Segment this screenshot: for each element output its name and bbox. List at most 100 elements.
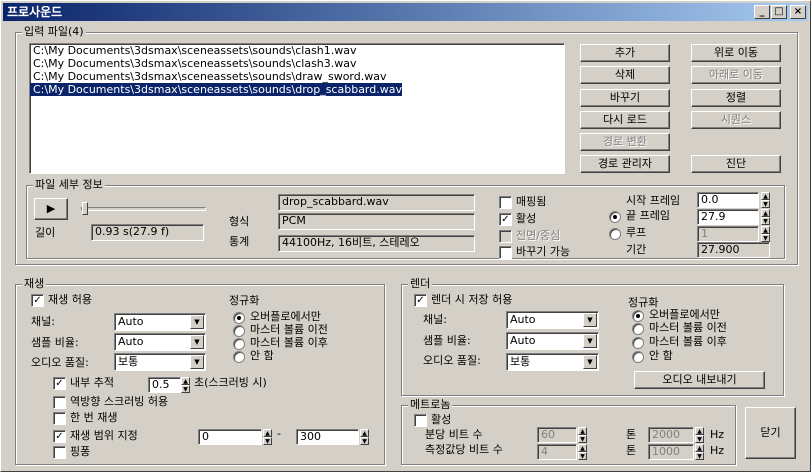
spin-down-icon[interactable]: ▼	[695, 435, 704, 443]
reverse-scrub-checkbox[interactable]	[53, 396, 66, 409]
play-button[interactable]: ▶	[34, 198, 68, 220]
beats-per-measure-spinner[interactable]: 4 ▲ ▼	[537, 444, 587, 460]
replaceable-checkbox[interactable]	[499, 246, 512, 259]
export-audio-button[interactable]: 오디오 내보내기	[634, 371, 765, 389]
tone2-spinner[interactable]: 1000 ▲ ▼	[648, 444, 704, 460]
norm-radio-overflow[interactable]	[233, 312, 245, 324]
spin-down-icon[interactable]: ▼	[578, 452, 587, 460]
spin-up-icon[interactable]: ▲	[578, 444, 587, 452]
internal-track-input[interactable]: 0.5	[148, 377, 181, 393]
front-center-checkbox[interactable]	[499, 230, 512, 243]
spin-up-icon[interactable]: ▲	[695, 427, 704, 435]
sample-rate-select[interactable]: Auto ▼	[114, 333, 206, 351]
delete-button[interactable]: 삭제	[580, 66, 670, 84]
spin-down-icon[interactable]: ▼	[761, 200, 770, 208]
play-once-checkbox[interactable]	[53, 412, 66, 425]
spin-up-icon[interactable]: ▲	[761, 226, 770, 234]
render-quality-select[interactable]: 보통 ▼	[506, 353, 599, 371]
chevron-down-icon[interactable]: ▼	[583, 334, 597, 348]
close-window-button[interactable]: ×	[790, 5, 806, 19]
loop-radio[interactable]	[609, 228, 621, 240]
playback-slider-track[interactable]	[81, 207, 206, 211]
list-item[interactable]: C:\My Documents\3dsmax\sceneassets\sound…	[30, 57, 564, 70]
active-checkbox[interactable]: ✓	[499, 213, 512, 226]
range-end-input[interactable]: 300	[296, 429, 359, 445]
stats-value: 44100Hz, 16비트, 스테레오	[278, 235, 475, 252]
render-sample-rate-select[interactable]: Auto ▼	[506, 332, 599, 350]
norm-radio-before[interactable]	[233, 325, 245, 337]
norm-radio-after[interactable]	[233, 338, 245, 350]
bpm-input[interactable]: 60	[537, 427, 577, 443]
tone1-input[interactable]: 2000	[648, 427, 694, 443]
internal-track-checkbox[interactable]: ✓	[53, 377, 66, 390]
move-down-button[interactable]: 아래로 이동	[691, 66, 781, 84]
spin-down-icon[interactable]: ▼	[263, 437, 272, 445]
beats-per-measure-input[interactable]: 4	[537, 444, 577, 460]
title-bar[interactable]: 프로사운드	[3, 3, 808, 21]
spin-up-icon[interactable]: ▲	[761, 209, 770, 217]
list-item-selected[interactable]: C:\My Documents\3dsmax\sceneassets\sound…	[30, 83, 402, 96]
metronome-active-checkbox[interactable]	[414, 414, 427, 427]
end-frame-input[interactable]: 27.9	[697, 209, 759, 225]
render-save-checkbox[interactable]: ✓	[414, 294, 427, 307]
path-manager-button[interactable]: 경로 관리자	[580, 155, 670, 173]
chevron-down-icon[interactable]: ▼	[190, 355, 204, 369]
diagnose-button[interactable]: 진단	[691, 155, 781, 173]
norm-radio-none[interactable]	[233, 351, 245, 363]
spin-down-icon[interactable]: ▼	[695, 452, 704, 460]
range-checkbox[interactable]: ✓	[53, 430, 66, 443]
end-frame-radio[interactable]	[609, 211, 621, 223]
range-end-spinner[interactable]: 300 ▲ ▼	[296, 429, 369, 445]
add-button[interactable]: 추가	[580, 44, 670, 62]
reload-button[interactable]: 다시 로드	[580, 111, 670, 129]
spin-up-icon[interactable]: ▲	[360, 429, 369, 437]
close-button[interactable]: 닫기	[745, 407, 796, 459]
convert-path-button[interactable]: 경로 변환	[580, 133, 670, 151]
audio-quality-select[interactable]: 보통 ▼	[114, 353, 206, 371]
chevron-down-icon[interactable]: ▼	[190, 335, 204, 349]
loop-spinner[interactable]: 1 ▲ ▼	[697, 226, 770, 242]
start-frame-input[interactable]: 0.0	[697, 192, 759, 208]
file-list[interactable]: C:\My Documents\3dsmax\sceneassets\sound…	[29, 43, 565, 174]
chevron-down-icon[interactable]: ▼	[583, 313, 597, 327]
render-norm-radio-after[interactable]	[632, 337, 644, 349]
spin-down-icon[interactable]: ▼	[761, 234, 770, 242]
spin-down-icon[interactable]: ▼	[181, 385, 190, 393]
render-norm-radio-overflow[interactable]	[632, 310, 644, 322]
spin-up-icon[interactable]: ▲	[263, 429, 272, 437]
tone2-input[interactable]: 1000	[648, 444, 694, 460]
spin-down-icon[interactable]: ▼	[761, 217, 770, 225]
bpm-spinner[interactable]: 60 ▲ ▼	[537, 427, 587, 443]
move-up-button[interactable]: 위로 이동	[691, 44, 781, 62]
internal-track-spinner[interactable]: 0.5 ▲ ▼	[148, 377, 190, 393]
mapped-checkbox[interactable]	[499, 196, 512, 209]
end-frame-spinner[interactable]: 27.9 ▲ ▼	[697, 209, 770, 225]
minimize-button[interactable]: _	[754, 5, 770, 19]
render-norm-radio-before[interactable]	[632, 323, 644, 335]
maximize-button[interactable]: □	[771, 5, 787, 19]
replace-button[interactable]: 바꾸기	[580, 89, 670, 107]
pingpong-checkbox[interactable]	[53, 446, 66, 459]
spin-down-icon[interactable]: ▼	[578, 435, 587, 443]
start-frame-spinner[interactable]: 0.0 ▲ ▼	[697, 192, 770, 208]
list-item[interactable]: C:\My Documents\3dsmax\sceneassets\sound…	[30, 70, 564, 83]
sequence-button[interactable]: 시퀀스	[691, 111, 781, 129]
playback-slider-thumb[interactable]	[82, 202, 88, 215]
spin-down-icon[interactable]: ▼	[360, 437, 369, 445]
spin-up-icon[interactable]: ▲	[695, 444, 704, 452]
chevron-down-icon[interactable]: ▼	[583, 355, 597, 369]
range-start-spinner[interactable]: 0 ▲ ▼	[198, 429, 272, 445]
loop-input[interactable]: 1	[697, 226, 759, 242]
range-start-input[interactable]: 0	[198, 429, 262, 445]
spin-up-icon[interactable]: ▲	[761, 192, 770, 200]
playback-enable-checkbox[interactable]: ✓	[31, 294, 44, 307]
spin-up-icon[interactable]: ▲	[181, 377, 190, 385]
list-item[interactable]: C:\My Documents\3dsmax\sceneassets\sound…	[30, 44, 564, 57]
render-norm-radio-none[interactable]	[632, 351, 644, 363]
chevron-down-icon[interactable]: ▼	[190, 315, 204, 329]
spin-up-icon[interactable]: ▲	[578, 427, 587, 435]
tone1-spinner[interactable]: 2000 ▲ ▼	[648, 427, 704, 443]
channel-select[interactable]: Auto ▼	[114, 313, 206, 331]
sort-button[interactable]: 정렬	[691, 89, 781, 107]
render-channel-select[interactable]: Auto ▼	[506, 311, 599, 329]
